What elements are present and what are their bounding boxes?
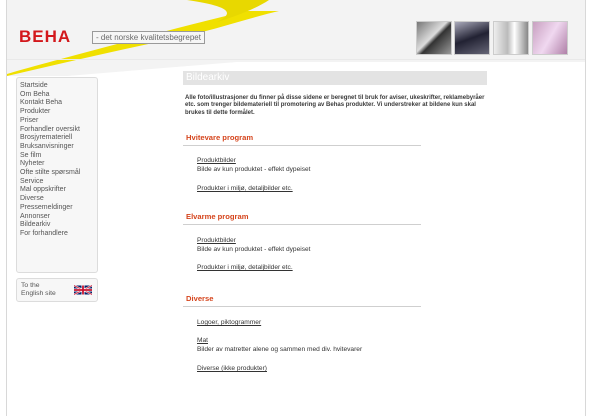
brand-tagline: - det norske kvalitetsbegrepet [92, 31, 205, 44]
link-logoer-piktogrammer[interactable]: Logoer, piktogrammer [197, 319, 261, 326]
section-heading-hvitevare: Hvitevare program [186, 133, 254, 142]
thumbnail-heater-image [493, 21, 529, 55]
section-divider [183, 306, 421, 307]
desc-produktbilder-hvitevare: Bilde av kun produktet - effekt dypeiset [197, 166, 311, 173]
sidebar-item-annonser[interactable]: Annonser [20, 213, 97, 222]
desc-mat: Bilder av matretter alene og sammen med … [197, 346, 363, 353]
link-produktbilder-hvitevare[interactable]: Produktbilder [197, 157, 236, 164]
section-heading-diverse: Diverse [186, 294, 214, 303]
header-banner: BEHA - det norske kvalitetsbegrepet [7, 0, 585, 76]
section-divider [183, 145, 421, 146]
sidebar-item-bruksanvisninger[interactable]: Bruksanvisninger [20, 143, 97, 152]
link-produkter-miljo-elvarme[interactable]: Produkter i miljø, detaljbilder etc. [197, 264, 293, 271]
sidebar-item-startside[interactable]: Startside [20, 82, 97, 91]
sidebar-item-om-beha[interactable]: Om Beha [20, 91, 97, 100]
english-site-link[interactable]: To the English site [16, 278, 98, 302]
sidebar-item-diverse[interactable]: Diverse [20, 195, 97, 204]
page-title: Bildearkiv [183, 71, 487, 85]
sidebar-item-nyheter[interactable]: Nyheter [20, 160, 97, 169]
sidebar-item-se-film[interactable]: Se film [20, 152, 97, 161]
uk-flag-icon [74, 285, 92, 295]
link-mat[interactable]: Mat [197, 337, 208, 344]
sidebar-item-produkter[interactable]: Produkter [20, 108, 97, 117]
sidebar-item-ofte-stilte[interactable]: Ofte stilte spørsmål [20, 169, 97, 178]
desc-produktbilder-elvarme: Bilde av kun produktet - effekt dypeiset [197, 246, 311, 253]
thumbnail-oven-image [416, 21, 452, 55]
link-diverse-ikke-produkter[interactable]: Diverse (ikke produkter) [197, 365, 267, 372]
sidebar-nav: Startside Om Beha Kontakt Beha Produkter… [16, 77, 98, 273]
sidebar-item-service[interactable]: Service [20, 178, 97, 187]
sidebar-item-brosjyremateriell[interactable]: Brosjyremateriell [20, 134, 97, 143]
sidebar-item-pressemeldinger[interactable]: Pressemeldinger [20, 204, 97, 213]
thumbnail-cooktop-image [454, 21, 490, 55]
section-heading-elvarme: Elvarme program [186, 212, 249, 221]
sidebar-item-kontakt-beha[interactable]: Kontakt Beha [20, 99, 97, 108]
link-produktbilder-elvarme[interactable]: Produktbilder [197, 237, 236, 244]
beha-logo[interactable]: BEHA [19, 27, 71, 47]
sidebar-item-priser[interactable]: Priser [20, 117, 97, 126]
sidebar-item-forhandler-oversikt[interactable]: Forhandler oversikt [20, 126, 97, 135]
section-divider [183, 224, 421, 225]
sidebar-item-mat-oppskrifter[interactable]: Mal oppskrifter [20, 186, 97, 195]
thumbnail-interior-image [532, 21, 568, 55]
sidebar-item-for-forhandlere[interactable]: For forhandlere [20, 230, 97, 239]
english-site-label: To the English site [21, 282, 56, 297]
link-produkter-miljo-hvitevare[interactable]: Produkter i miljø, detaljbilder etc. [197, 185, 293, 192]
sidebar-item-bildearkiv[interactable]: Bildearkiv [20, 221, 97, 230]
intro-text: Alle foto/illustrasjoner du finner på di… [185, 95, 485, 116]
